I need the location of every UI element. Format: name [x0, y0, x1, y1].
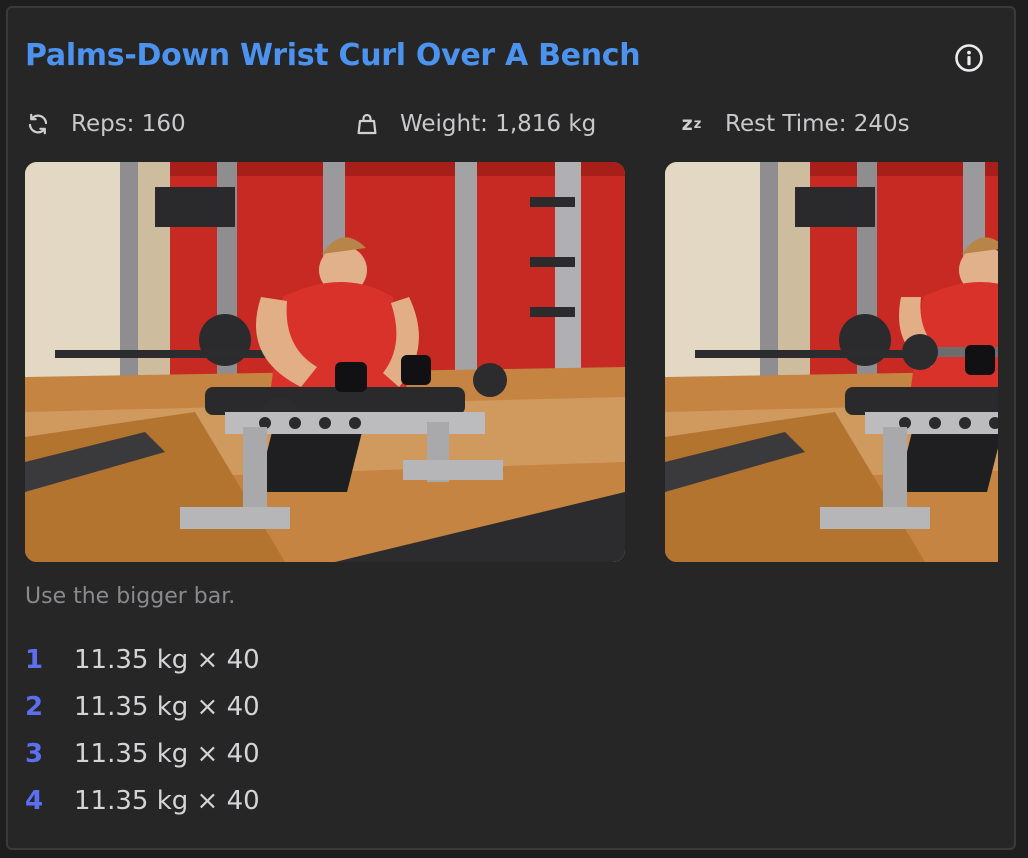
- sleep-zz-icon: zz: [681, 113, 703, 135]
- rest-label: Rest Time: 240s: [725, 111, 910, 137]
- weight-icon: [354, 111, 380, 137]
- exercise-card: Palms-Down Wrist Curl Over A Bench Reps:…: [6, 6, 1016, 850]
- rest-stat: zz Rest Time: 240s: [679, 108, 910, 140]
- set-row[interactable]: 1 11.35 kg × 40: [25, 636, 260, 683]
- set-detail: 11.35 kg × 40: [74, 785, 260, 816]
- set-detail: 11.35 kg × 40: [74, 691, 260, 722]
- set-number: 2: [25, 691, 44, 722]
- set-row[interactable]: 4 11.35 kg × 40: [25, 777, 260, 824]
- info-icon[interactable]: [952, 41, 986, 75]
- sets-list: 1 11.35 kg × 40 2 11.35 kg × 40 3 11.35 …: [25, 636, 260, 824]
- set-row[interactable]: 3 11.35 kg × 40: [25, 730, 260, 777]
- exercise-photo-start[interactable]: [25, 162, 625, 562]
- reps-label: Reps: 160: [71, 111, 186, 137]
- image-carousel[interactable]: [25, 162, 998, 562]
- reps-stat: Reps: 160: [25, 108, 186, 140]
- exercise-note: Use the bigger bar.: [25, 584, 236, 609]
- exercise-title: Palms-Down Wrist Curl Over A Bench: [25, 38, 641, 73]
- set-detail: 11.35 kg × 40: [74, 738, 260, 769]
- weight-stat: Weight: 1,816 kg: [354, 108, 596, 140]
- weight-label: Weight: 1,816 kg: [400, 111, 597, 137]
- repeat-icon: [25, 111, 51, 137]
- set-number: 3: [25, 738, 44, 769]
- set-row[interactable]: 2 11.35 kg × 40: [25, 683, 260, 730]
- set-number: 1: [25, 644, 44, 675]
- exercise-photo-end[interactable]: [665, 162, 998, 562]
- set-detail: 11.35 kg × 40: [74, 644, 260, 675]
- set-number: 4: [25, 785, 44, 816]
